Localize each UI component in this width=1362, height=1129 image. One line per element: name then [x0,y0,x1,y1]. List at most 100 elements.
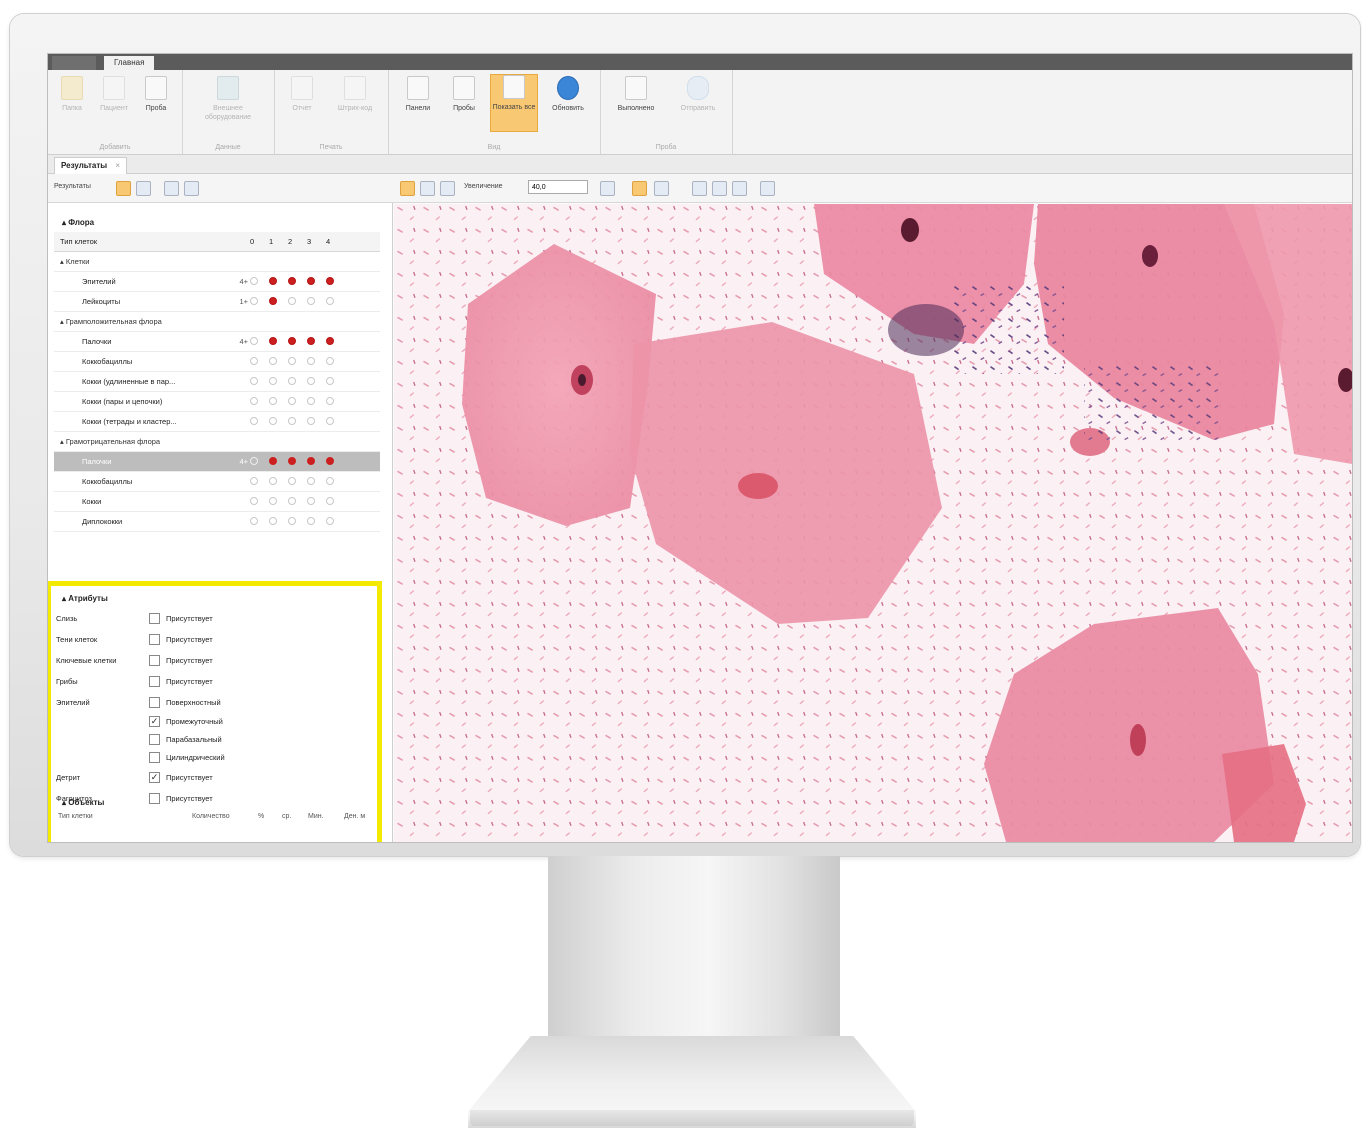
score-dot[interactable] [288,417,296,425]
flora-row[interactable]: Лейкоциты 1+ [54,292,380,312]
sample-button[interactable]: Проба [136,76,176,113]
score-dot[interactable] [288,377,296,385]
score-dot[interactable] [307,277,315,285]
objects-section-header[interactable]: ▴ Объекты [54,793,104,812]
score-dot[interactable] [307,457,315,465]
score-dot[interactable] [269,297,277,305]
score-dot[interactable] [288,297,296,305]
flora-row[interactable]: Кокки [54,492,380,512]
attribute-checkbox[interactable] [149,655,160,666]
view-list-icon[interactable] [440,181,455,196]
score-dot[interactable] [307,497,315,505]
flora-row[interactable]: Коккобациллы [54,352,380,372]
score-dot[interactable] [269,377,277,385]
attribute-checkbox[interactable] [149,734,160,745]
attribute-checkbox[interactable] [149,697,160,708]
flora-section-header[interactable]: ▴ Флора [54,213,380,232]
flora-row[interactable]: Кокки (тетрады и кластер... [54,412,380,432]
score-dot[interactable] [288,357,296,365]
zoom-tool-icon[interactable] [600,181,615,196]
close-icon[interactable]: × [115,161,120,170]
score-dot[interactable] [250,497,258,505]
score-dot[interactable] [326,517,334,525]
zoom-input[interactable] [528,180,588,194]
score-dot[interactable] [269,277,277,285]
attribute-checkbox[interactable] [149,613,160,624]
samples-view-button[interactable]: Пробы [444,76,484,113]
select-tool-icon[interactable] [632,181,647,196]
score-dot[interactable] [307,337,315,345]
attribute-checkbox[interactable] [149,793,160,804]
score-dot[interactable] [250,377,258,385]
folder-button[interactable]: Папка [52,76,92,113]
score-dot[interactable] [288,517,296,525]
score-dot[interactable] [288,457,296,465]
score-dot[interactable] [269,417,277,425]
score-dot[interactable] [307,377,315,385]
score-dot[interactable] [307,477,315,485]
score-dot[interactable] [250,457,258,465]
attribute-checkbox[interactable] [149,634,160,645]
score-dot[interactable] [288,277,296,285]
external-equipment-button[interactable]: Внешнее оборудование [198,76,258,122]
score-dot[interactable] [250,277,258,285]
tab-home[interactable]: Главная [104,56,155,70]
refresh-button[interactable]: Обновить [544,76,592,113]
show-all-button[interactable]: Показать все [490,74,538,132]
flora-row[interactable]: Коккобациллы [54,472,380,492]
flora-row[interactable]: Кокки (удлиненные в пар... [54,372,380,392]
score-dot[interactable] [326,357,334,365]
attribute-checkbox[interactable] [149,752,160,763]
flora-row[interactable]: Эпителий 4+ [54,272,380,292]
report-button[interactable]: Отчет [282,76,322,113]
score-dot[interactable] [326,497,334,505]
attributes-section-header[interactable]: ▴ Атрибуты [54,589,380,608]
score-dot[interactable] [269,477,277,485]
score-dot[interactable] [307,357,315,365]
score-dot[interactable] [326,297,334,305]
panels-button[interactable]: Панели [398,76,438,113]
score-dot[interactable] [250,357,258,365]
pencil-icon[interactable] [732,181,747,196]
score-dot[interactable] [326,337,334,345]
trophy-icon[interactable] [692,181,707,196]
image-view-icon[interactable] [184,181,199,196]
score-dot[interactable] [326,377,334,385]
score-dot[interactable] [250,337,258,345]
done-button[interactable]: Выполнено [608,76,664,113]
score-dot[interactable] [250,417,258,425]
attribute-checkbox[interactable]: ✓ [149,716,160,727]
layout-single-icon[interactable] [116,181,131,196]
patient-button[interactable]: Пациент [94,76,134,113]
layout-split-icon[interactable] [136,181,151,196]
score-dot[interactable] [288,337,296,345]
score-dot[interactable] [269,397,277,405]
score-dot[interactable] [269,497,277,505]
flora-row[interactable]: Диплококки [54,512,380,532]
flora-row[interactable]: Палочки 4+ [54,332,380,352]
score-dot[interactable] [269,457,277,465]
flora-row[interactable]: Кокки (пары и цепочки) [54,392,380,412]
score-dot[interactable] [288,397,296,405]
score-dot[interactable] [288,497,296,505]
score-dot[interactable] [307,397,315,405]
flora-group-row[interactable]: ▴ Клетки [54,252,380,272]
score-dot[interactable] [307,417,315,425]
score-dot[interactable] [307,517,315,525]
microscopy-image[interactable] [394,204,1352,842]
barcode-button[interactable]: Штрих-код [330,76,380,113]
attribute-checkbox[interactable] [149,676,160,687]
send-button[interactable]: Отправить [670,76,726,113]
score-dot[interactable] [269,517,277,525]
flora-group-row[interactable]: ▴ Грамотрицательная флора [54,432,380,452]
document-icon[interactable] [164,181,179,196]
score-dot[interactable] [250,397,258,405]
score-dot[interactable] [326,397,334,405]
score-dot[interactable] [326,457,334,465]
app-menu-button[interactable] [52,56,96,70]
flora-row[interactable]: Палочки 4+ [54,452,380,472]
score-dot[interactable] [326,277,334,285]
score-dot[interactable] [250,517,258,525]
view-split-icon[interactable] [420,181,435,196]
score-dot[interactable] [326,417,334,425]
